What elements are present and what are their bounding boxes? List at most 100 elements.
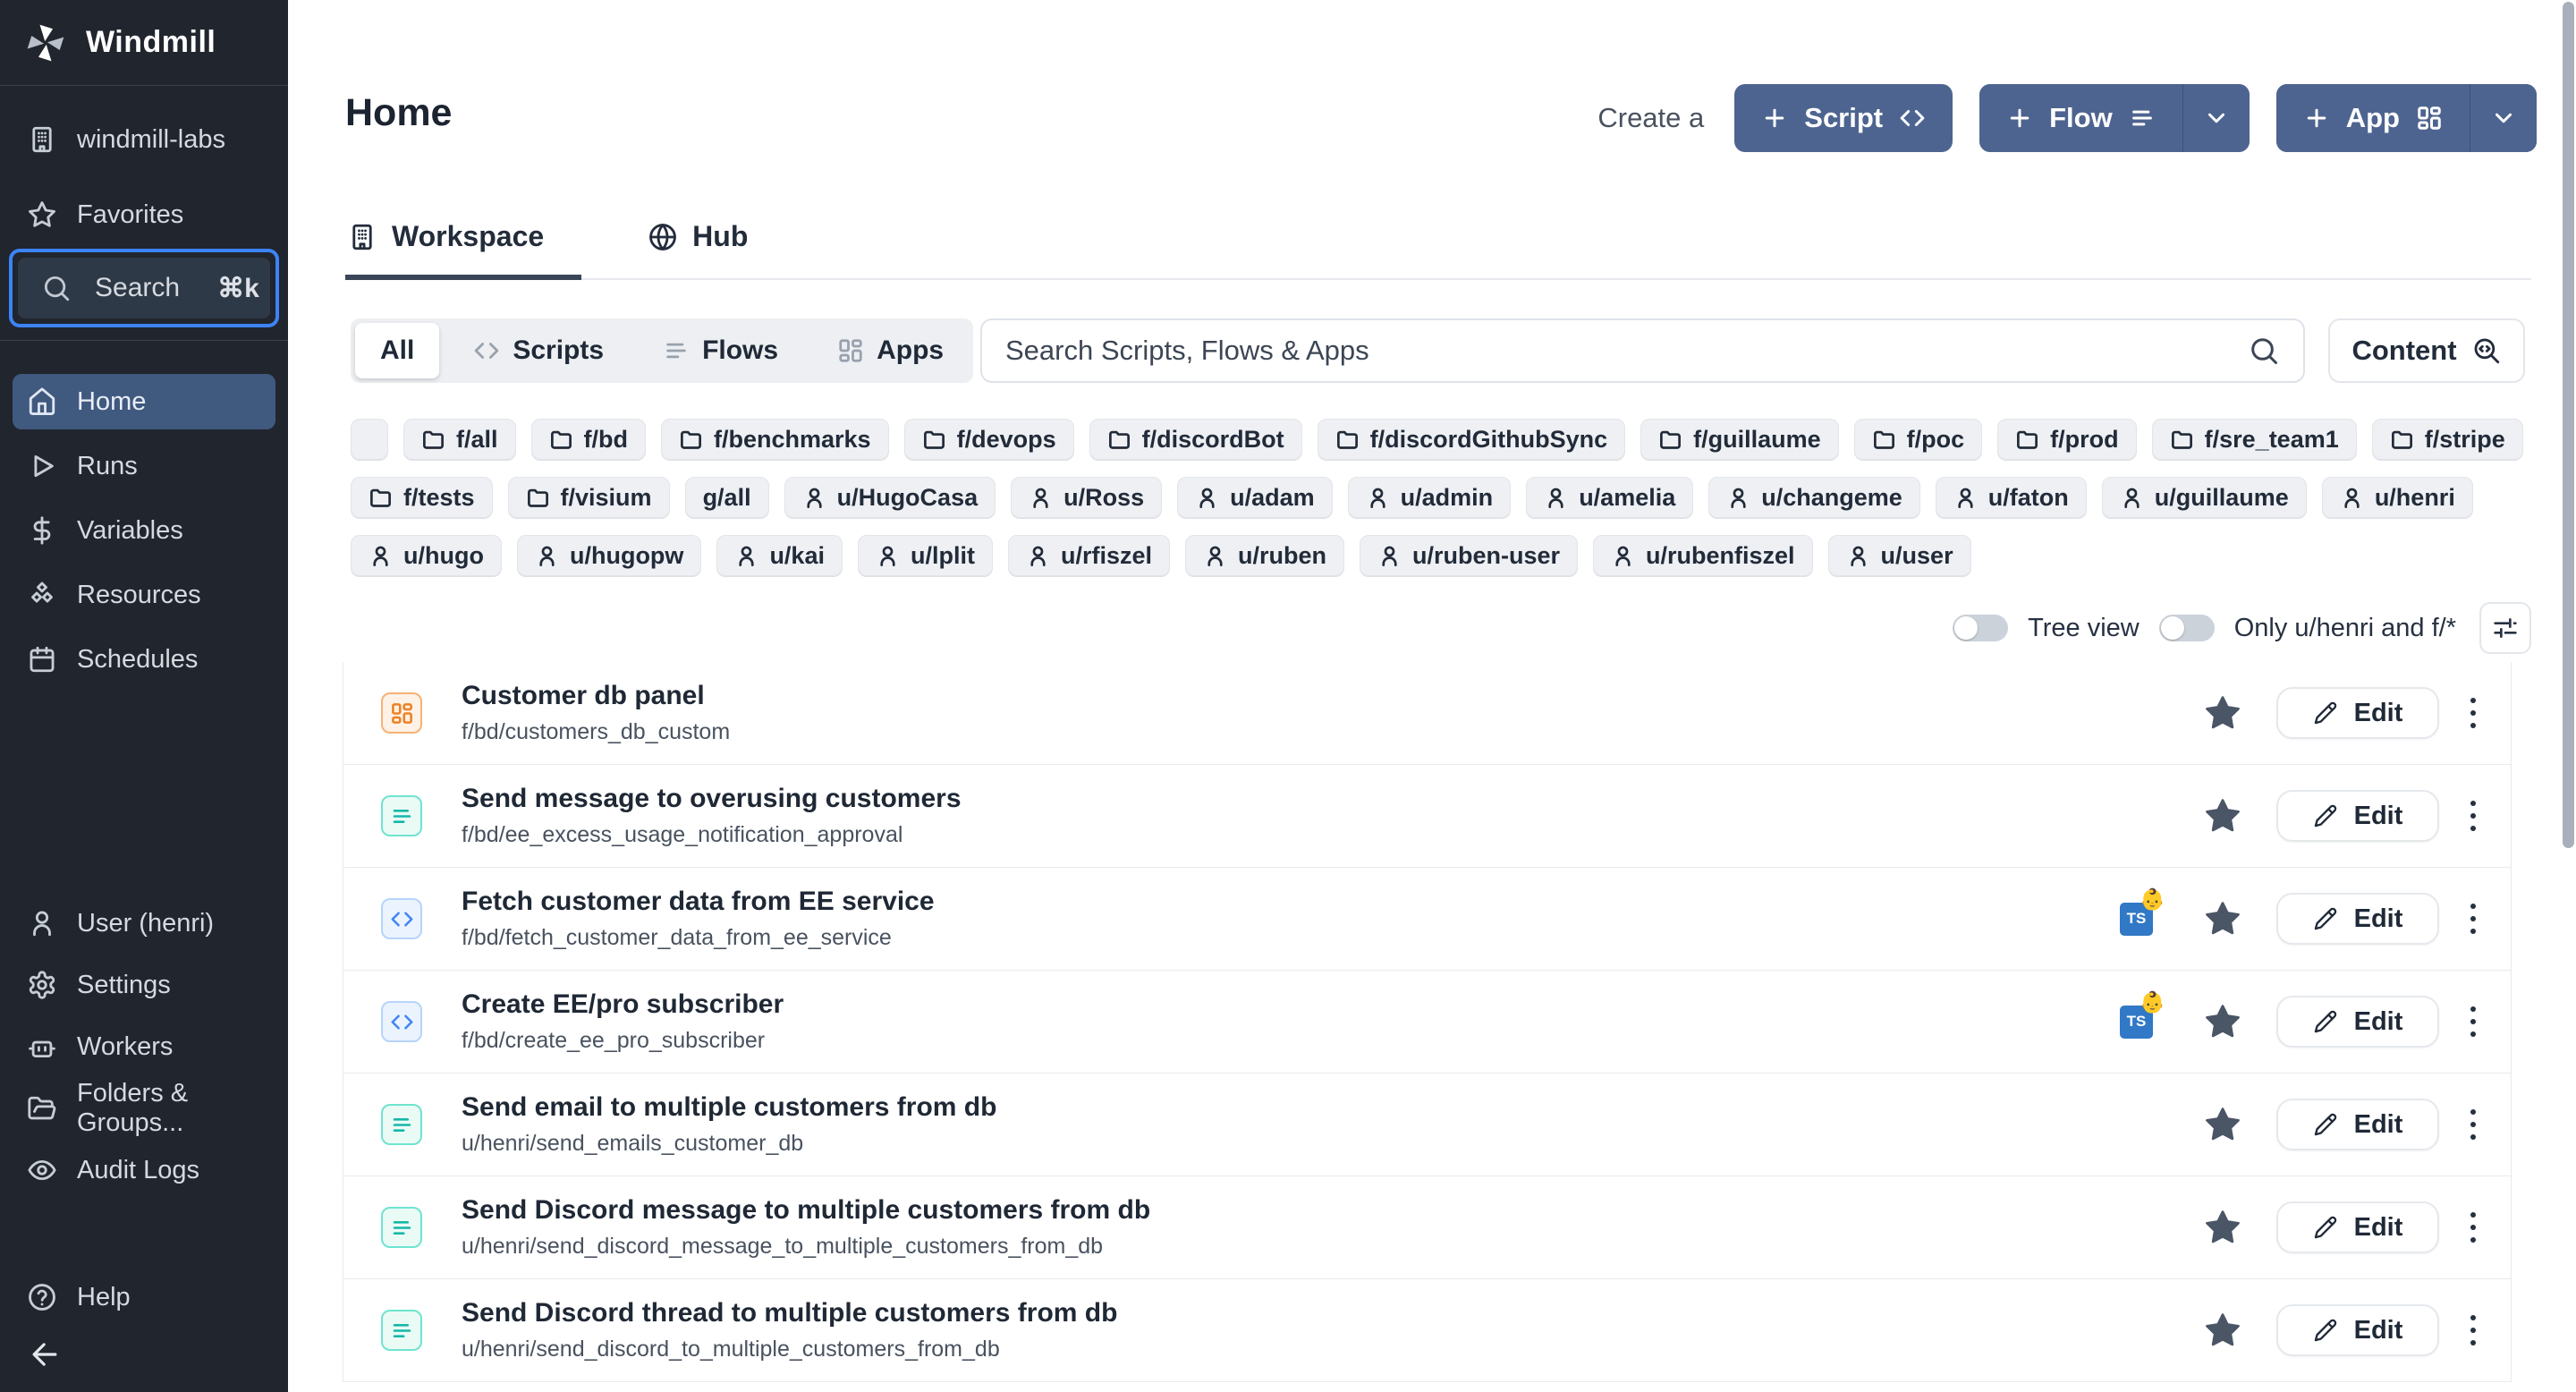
filter-chip[interactable]: f/all	[403, 419, 516, 460]
filter-toolbar: All Scripts Flows Apps	[351, 318, 973, 383]
scrollbar-thumb[interactable]	[2563, 2, 2574, 848]
only-henri-toggle[interactable]	[2159, 615, 2215, 641]
filter-chip[interactable]: f/prod	[1997, 419, 2136, 460]
sidebar-item-favorites[interactable]: Favorites	[0, 186, 288, 243]
sidebar-item-schedules[interactable]: Schedules	[13, 632, 275, 687]
filter-chip[interactable]: f/stripe	[2372, 419, 2523, 460]
kebab-menu-button[interactable]	[2453, 790, 2493, 842]
filter-chip[interactable]: f/devops	[904, 419, 1074, 460]
edit-button[interactable]: Edit	[2276, 893, 2439, 945]
create-script-button[interactable]: Script	[1734, 84, 1953, 152]
sidebar-item-runs[interactable]: Runs	[13, 438, 275, 494]
kebab-menu-button[interactable]	[2453, 687, 2493, 739]
sidebar-item-folders-groups[interactable]: Folders & Groups...	[13, 1081, 275, 1136]
filter-chip[interactable]: u/guillaume	[2102, 477, 2307, 518]
filter-chip[interactable]: u/amelia	[1526, 477, 1693, 518]
kebab-menu-button[interactable]	[2453, 893, 2493, 945]
filter-chip[interactable]: f/visium	[508, 477, 670, 518]
filter-chip[interactable]: f/discordGithubSync	[1318, 419, 1626, 460]
list-item[interactable]: Send Discord message to multiple custome…	[343, 1176, 2511, 1279]
search-code-icon	[2471, 335, 2502, 366]
sidebar-item-home[interactable]: Home	[13, 374, 275, 429]
display-settings-button[interactable]	[2479, 602, 2531, 654]
filter-chip[interactable]: u/adam	[1177, 477, 1333, 518]
filter-chip[interactable]: u/kai	[716, 535, 843, 576]
favorite-star-icon[interactable]	[2203, 693, 2242, 733]
create-app-button[interactable]: App	[2276, 84, 2470, 152]
favorite-star-icon[interactable]	[2203, 1105, 2242, 1144]
sidebar-search-button[interactable]: Search ⌘k	[18, 258, 270, 318]
search-input[interactable]	[1005, 335, 2248, 367]
filter-chip[interactable]: u/rubenfiszel	[1593, 535, 1813, 576]
favorite-star-icon[interactable]	[2203, 899, 2242, 938]
filter-chip[interactable]: u/rfiszel	[1008, 535, 1170, 576]
chip-label: u/kai	[769, 542, 825, 570]
filter-chip[interactable]: u/user	[1828, 535, 1971, 576]
content-search-button[interactable]: Content	[2328, 318, 2525, 383]
filter-chip-blank[interactable]	[351, 419, 388, 460]
edit-button[interactable]: Edit	[2276, 790, 2439, 842]
segment-scripts[interactable]: Scripts	[448, 323, 629, 378]
filter-chip[interactable]: f/guillaume	[1640, 419, 1839, 460]
filter-chip[interactable]: f/benchmarks	[661, 419, 889, 460]
favorite-star-icon[interactable]	[2203, 1311, 2242, 1350]
edit-button[interactable]: Edit	[2276, 1201, 2439, 1253]
segment-apps[interactable]: Apps	[812, 323, 969, 378]
sidebar-item-audit-logs[interactable]: Audit Logs	[13, 1142, 275, 1198]
kebab-menu-button[interactable]	[2453, 1099, 2493, 1150]
filter-chip[interactable]: u/Ross	[1011, 477, 1162, 518]
filter-chip[interactable]: u/hugo	[351, 535, 502, 576]
sidebar-item-variables[interactable]: Variables	[13, 503, 275, 558]
filter-chip[interactable]: f/sre_team1	[2152, 419, 2357, 460]
segment-flows[interactable]: Flows	[638, 323, 803, 378]
favorite-star-icon[interactable]	[2203, 796, 2242, 836]
edit-button[interactable]: Edit	[2276, 1099, 2439, 1150]
edit-button[interactable]: Edit	[2276, 687, 2439, 739]
tree-view-toggle[interactable]	[1953, 615, 2008, 641]
list-item[interactable]: Send Discord thread to multiple customer…	[343, 1279, 2511, 1382]
list-item[interactable]: Customer db panel f/bd/customers_db_cust…	[343, 662, 2511, 765]
tab-workspace[interactable]: Workspace	[345, 220, 581, 280]
sidebar-item-workspace[interactable]: windmill-labs	[0, 111, 288, 168]
chip-label: f/sre_team1	[2205, 426, 2339, 454]
filter-chip[interactable]: u/changeme	[1708, 477, 1920, 518]
filter-chip[interactable]: f/bd	[531, 419, 646, 460]
favorite-star-icon[interactable]	[2203, 1208, 2242, 1247]
app-logo[interactable]: Windmill	[0, 0, 288, 86]
kebab-menu-button[interactable]	[2453, 1304, 2493, 1356]
kebab-menu-button[interactable]	[2453, 996, 2493, 1048]
filter-chip[interactable]: u/admin	[1348, 477, 1512, 518]
filter-chip[interactable]: u/lplit	[858, 535, 993, 576]
collapse-sidebar-button[interactable]	[25, 1335, 64, 1374]
list-item[interactable]: Send email to multiple customers from db…	[343, 1074, 2511, 1176]
sidebar-item-resources[interactable]: Resources	[13, 567, 275, 623]
filter-chip[interactable]: u/ruben-user	[1360, 535, 1578, 576]
sidebar-item-help[interactable]: Help	[0, 1269, 288, 1326]
filter-chip[interactable]: u/HugoCasa	[784, 477, 996, 518]
create-flow-button[interactable]: Flow	[1979, 84, 2182, 152]
create-app-dropdown-button[interactable]	[2470, 84, 2537, 152]
favorite-star-icon[interactable]	[2203, 1002, 2242, 1041]
filter-chip[interactable]: f/discordBot	[1089, 419, 1302, 460]
filter-chip[interactable]: u/hugopw	[517, 535, 701, 576]
tab-hub[interactable]: Hub	[646, 220, 785, 280]
sidebar-item-settings[interactable]: Settings	[13, 957, 275, 1013]
filter-chip[interactable]: u/faton	[1936, 477, 2087, 518]
create-flow-dropdown-button[interactable]	[2183, 84, 2250, 152]
segment-all[interactable]: All	[355, 323, 439, 378]
sidebar-item-user[interactable]: User (henri)	[13, 895, 275, 951]
list-item[interactable]: Create EE/pro subscriber f/bd/create_ee_…	[343, 971, 2511, 1074]
list-item[interactable]: Send message to overusing customers f/bd…	[343, 765, 2511, 868]
edit-button[interactable]: Edit	[2276, 1304, 2439, 1356]
filter-chip[interactable]: f/poc	[1854, 419, 1983, 460]
search-icon[interactable]	[2248, 335, 2280, 367]
filter-chip[interactable]: f/tests	[351, 477, 493, 518]
globe-icon	[648, 222, 678, 252]
list-item[interactable]: Fetch customer data from EE service f/bd…	[343, 868, 2511, 971]
filter-chip[interactable]: u/ruben	[1185, 535, 1344, 576]
kebab-menu-button[interactable]	[2453, 1201, 2493, 1253]
edit-button[interactable]: Edit	[2276, 996, 2439, 1048]
sidebar-item-workers[interactable]: Workers	[13, 1019, 275, 1074]
filter-chip[interactable]: g/all	[685, 477, 769, 518]
filter-chip[interactable]: u/henri	[2322, 477, 2473, 518]
